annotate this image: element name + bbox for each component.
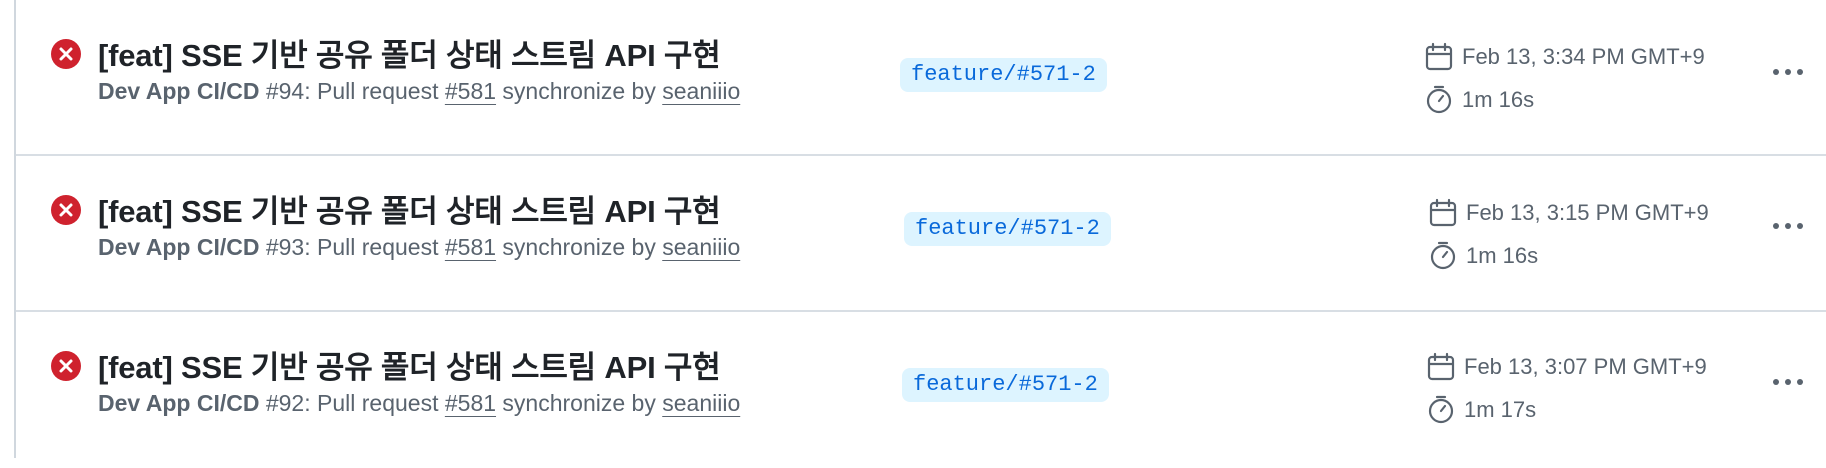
workflow-run-row[interactable]: [feat] SSE 기반 공유 폴더 상태 스트림 API 구현 Dev Ap… — [16, 0, 1826, 156]
event-text: : Pull request — [304, 78, 445, 104]
run-title[interactable]: [feat] SSE 기반 공유 폴더 상태 스트림 API 구현 — [98, 342, 721, 387]
calendar-icon — [1429, 198, 1457, 227]
pull-request-link[interactable]: #581 — [445, 234, 496, 260]
run-number: #92 — [265, 390, 305, 416]
actor-link[interactable]: seaniiio — [662, 390, 740, 416]
event-text: : Pull request — [304, 234, 445, 260]
run-title[interactable]: [feat] SSE 기반 공유 폴더 상태 스트림 API 구현 — [98, 30, 721, 75]
branch-label[interactable]: feature/#571-2 — [900, 58, 1107, 92]
event-text: synchronize by — [496, 78, 663, 104]
workflow-name: Dev App CI/CD — [98, 390, 260, 416]
pull-request-link[interactable]: #581 — [445, 78, 496, 104]
run-duration: 1m 16s — [1462, 87, 1535, 112]
workflow-runs-list: [feat] SSE 기반 공유 폴더 상태 스트림 API 구현 Dev Ap… — [14, 0, 1826, 458]
branch-label[interactable]: feature/#571-2 — [904, 212, 1111, 246]
branch-label[interactable]: feature/#571-2 — [902, 368, 1109, 402]
x-circle-fill-icon — [51, 351, 81, 381]
pull-request-link[interactable]: #581 — [445, 390, 496, 416]
run-title[interactable]: [feat] SSE 기반 공유 폴더 상태 스트림 API 구현 — [98, 186, 721, 231]
kebab-horizontal-icon[interactable] — [1768, 374, 1808, 390]
stopwatch-icon — [1428, 395, 1454, 424]
workflow-run-row[interactable]: [feat] SSE 기반 공유 폴더 상태 스트림 API 구현 Dev Ap… — [16, 156, 1826, 312]
run-subtitle: Dev App CI/CD #93: Pull request #581 syn… — [98, 234, 740, 261]
run-number: #93 — [265, 234, 305, 260]
x-circle-fill-icon — [51, 39, 81, 69]
event-text: synchronize by — [496, 234, 663, 260]
run-subtitle: Dev App CI/CD #94: Pull request #581 syn… — [98, 78, 740, 105]
event-text: : Pull request — [304, 390, 445, 416]
run-subtitle: Dev App CI/CD #92: Pull request #581 syn… — [98, 390, 740, 417]
kebab-horizontal-icon[interactable] — [1768, 218, 1808, 234]
run-duration: 1m 17s — [1464, 397, 1537, 422]
x-circle-fill-icon — [51, 195, 81, 225]
workflow-run-row[interactable]: [feat] SSE 기반 공유 폴더 상태 스트림 API 구현 Dev Ap… — [16, 312, 1826, 468]
calendar-icon — [1427, 352, 1455, 381]
run-duration: 1m 16s — [1466, 243, 1539, 268]
actor-link[interactable]: seaniiio — [662, 78, 740, 104]
event-text: synchronize by — [496, 390, 663, 416]
workflow-name: Dev App CI/CD — [98, 234, 260, 260]
stopwatch-icon — [1426, 85, 1452, 114]
run-timestamp: Feb 13, 3:07 PM GMT+9 — [1464, 354, 1707, 379]
run-number: #94 — [265, 78, 305, 104]
kebab-horizontal-icon[interactable] — [1768, 64, 1808, 80]
stopwatch-icon — [1430, 241, 1456, 270]
run-timestamp: Feb 13, 3:34 PM GMT+9 — [1462, 44, 1705, 69]
actor-link[interactable]: seaniiio — [662, 234, 740, 260]
calendar-icon — [1425, 42, 1453, 71]
workflow-name: Dev App CI/CD — [98, 78, 260, 104]
run-timestamp: Feb 13, 3:15 PM GMT+9 — [1466, 200, 1709, 225]
